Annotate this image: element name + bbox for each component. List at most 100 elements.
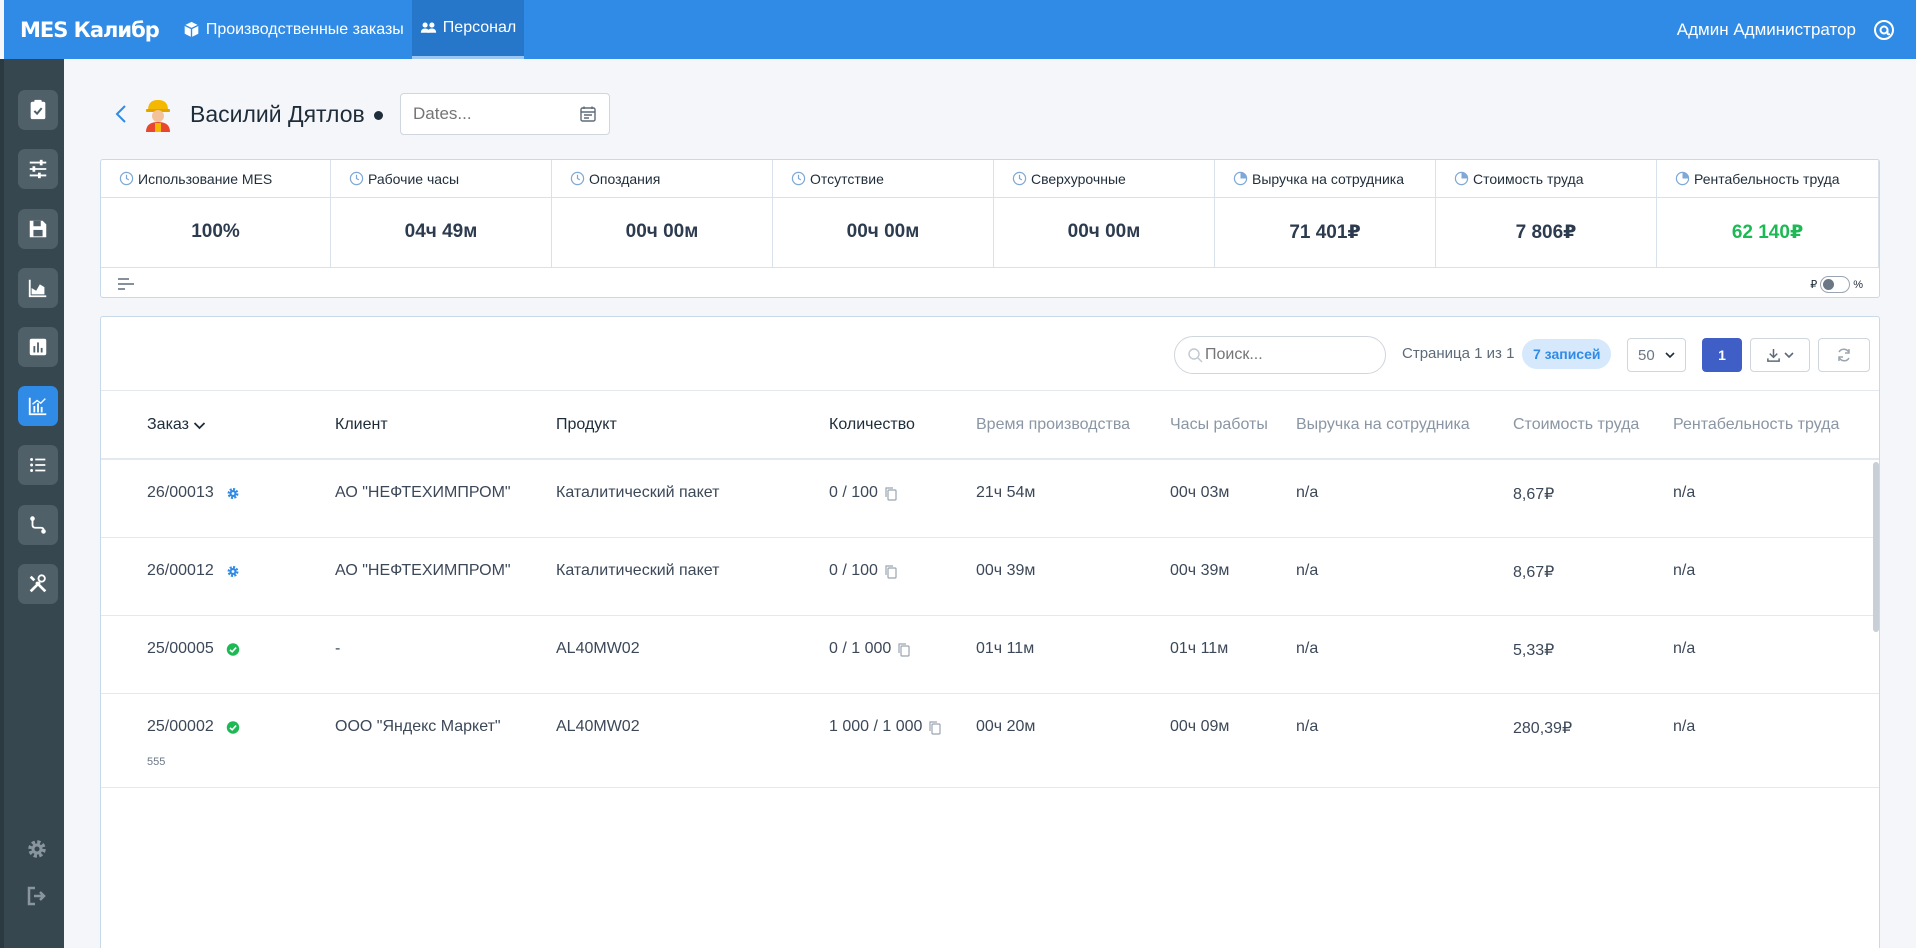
table-toolbar: Страница 1 из 1 7 записей 50 1 [101, 317, 1879, 391]
date-range-field[interactable] [400, 93, 610, 135]
pie-chart-icon [1233, 171, 1248, 186]
search-icon [1188, 348, 1203, 363]
column-header-labor-cost[interactable]: Стоимость труда [1513, 416, 1639, 434]
route-icon [30, 516, 46, 534]
chevron-down-icon [1784, 352, 1794, 359]
page-button-current[interactable]: 1 [1702, 338, 1742, 372]
menu-lines-icon[interactable] [117, 276, 135, 292]
nav-personnel[interactable]: Персонал [411, 0, 525, 59]
kpi-panel: Использование MES 100% Рабочие часы 04ч … [100, 159, 1880, 298]
table-row[interactable]: 25/00002 555 ООО "Яндекс Маркет" AL40MW0… [101, 694, 1879, 788]
copy-icon[interactable] [928, 720, 942, 735]
product-cell: Каталитический пакет [556, 484, 720, 501]
sidebar-item-bar-chart[interactable] [18, 327, 58, 367]
back-icon[interactable] [112, 100, 130, 128]
sidebar-item-line-chart[interactable] [18, 386, 58, 426]
clock-icon [570, 171, 585, 186]
gear-icon [28, 840, 46, 858]
sidebar-settings[interactable] [22, 834, 52, 864]
order-cell: 26/00013 [147, 484, 240, 502]
order-number[interactable]: 25/00002 [147, 718, 214, 736]
refresh-button[interactable] [1818, 338, 1870, 372]
sidebar-item-save[interactable] [18, 209, 58, 249]
column-header-order[interactable]: Заказ [147, 416, 206, 434]
logout-icon [27, 886, 46, 906]
export-button[interactable] [1750, 338, 1810, 372]
table-scrollbar[interactable] [1873, 462, 1879, 632]
copy-icon[interactable] [884, 564, 898, 579]
client-cell: - [335, 640, 341, 657]
date-range-input[interactable] [413, 104, 579, 124]
per-page-select[interactable]: 50 [1627, 338, 1686, 372]
copy-icon[interactable] [884, 486, 898, 501]
column-header-product[interactable]: Продукт [556, 416, 617, 434]
product-cell: AL40MW02 [556, 640, 640, 657]
kpi-label: Рабочие часы [368, 170, 460, 187]
sidebar-item-tools[interactable] [18, 564, 58, 604]
production-time-cell: 21ч 54м [976, 484, 1036, 501]
profitability-cell: n/a [1673, 484, 1696, 501]
download-icon [1767, 348, 1780, 362]
quantity-value: 1 000 / 1 000 [829, 718, 923, 735]
order-cell: 25/00002 [147, 718, 240, 736]
toggle-switch[interactable] [1820, 276, 1851, 293]
kpi-value: 00ч 00м [846, 221, 920, 242]
search-input[interactable] [1205, 346, 1375, 364]
quantity-value: 0 / 100 [829, 562, 878, 579]
sidebar-logout[interactable] [22, 881, 52, 911]
search-box[interactable] [1174, 336, 1386, 374]
clock-icon [119, 171, 134, 186]
kpi-revenue-per-employee: Выручка на сотрудника 71 401₽ [1215, 160, 1436, 267]
copy-icon[interactable] [897, 642, 911, 657]
kpi-work-hours: Рабочие часы 04ч 49м [331, 160, 552, 267]
profitability-cell: n/a [1673, 562, 1696, 579]
column-header-quantity[interactable]: Количество [829, 416, 915, 434]
calendar-icon[interactable] [579, 105, 597, 123]
kpi-label: Опоздания [589, 170, 661, 187]
user-menu-icon[interactable] [1872, 18, 1896, 42]
clock-icon [349, 171, 364, 186]
kpi-value: 00ч 00м [1067, 221, 1141, 242]
work-hours-cell: 01ч 11м [1170, 640, 1229, 657]
kpi-label: Выручка на сотрудника [1252, 170, 1404, 187]
top-navbar: MES Калибр Производственные заказы Персо… [4, 0, 1916, 59]
column-header-client[interactable]: Клиент [335, 416, 388, 434]
sidebar-item-tasks[interactable] [18, 90, 58, 130]
sidebar-item-area-chart[interactable] [18, 268, 58, 308]
kpi-lateness: Опоздания 00ч 00м [552, 160, 773, 267]
sidebar-item-route[interactable] [18, 505, 58, 545]
order-number[interactable]: 25/00005 [147, 640, 214, 658]
table-row[interactable]: 26/00012 АО "НЕФТЕХИМПРОМ" Каталитически… [101, 538, 1879, 616]
orders-table-card: Страница 1 из 1 7 записей 50 1 Заказ Кли… [100, 316, 1880, 948]
column-header-production-time[interactable]: Время производства [976, 416, 1130, 434]
column-header-revenue[interactable]: Выручка на сотрудника [1296, 416, 1470, 434]
order-number[interactable]: 26/00012 [147, 562, 214, 580]
column-header-profitability[interactable]: Рентабельность труда [1673, 416, 1839, 434]
sidebar-item-list[interactable] [18, 445, 58, 485]
work-hours-cell: 00ч 09м [1170, 718, 1230, 735]
quantity-value: 0 / 100 [829, 484, 878, 501]
nav-production-orders[interactable]: Производственные заказы [175, 0, 412, 59]
work-hours-cell: 00ч 03м [1170, 484, 1230, 501]
labor-cost-cell: 8,67₽ [1513, 564, 1555, 581]
user-name[interactable]: Админ Администратор [1677, 20, 1856, 40]
order-cell: 26/00012 [147, 562, 240, 580]
table-row[interactable]: 25/00005 - AL40MW02 0 / 1 000 01ч 11м 01… [101, 616, 1879, 694]
app-brand[interactable]: MES Калибр [20, 18, 160, 42]
toggle-right-label: % [1853, 278, 1863, 291]
production-time-cell: 01ч 11м [976, 640, 1035, 657]
sidebar-item-settings-sliders[interactable] [18, 149, 58, 189]
kpi-label: Рентабельность труда [1694, 170, 1840, 187]
clipboard-check-icon [30, 99, 46, 120]
quantity-cell: 0 / 100 [829, 484, 898, 502]
kpi-value: 100% [191, 221, 240, 242]
kpi-value: 7 806₽ [1515, 221, 1577, 243]
users-icon [420, 22, 436, 33]
column-header-work-hours[interactable]: Часы работы [1170, 416, 1268, 434]
nav-personnel-label: Персонал [442, 19, 517, 36]
table-row[interactable]: 26/00013 АО "НЕФТЕХИМПРОМ" Каталитически… [101, 460, 1879, 538]
order-number[interactable]: 26/00013 [147, 484, 214, 502]
currency-percent-toggle[interactable]: ₽ % [1810, 276, 1863, 293]
kpi-footer: ₽ % [101, 267, 1879, 298]
production-time-cell: 00ч 20м [976, 718, 1036, 735]
